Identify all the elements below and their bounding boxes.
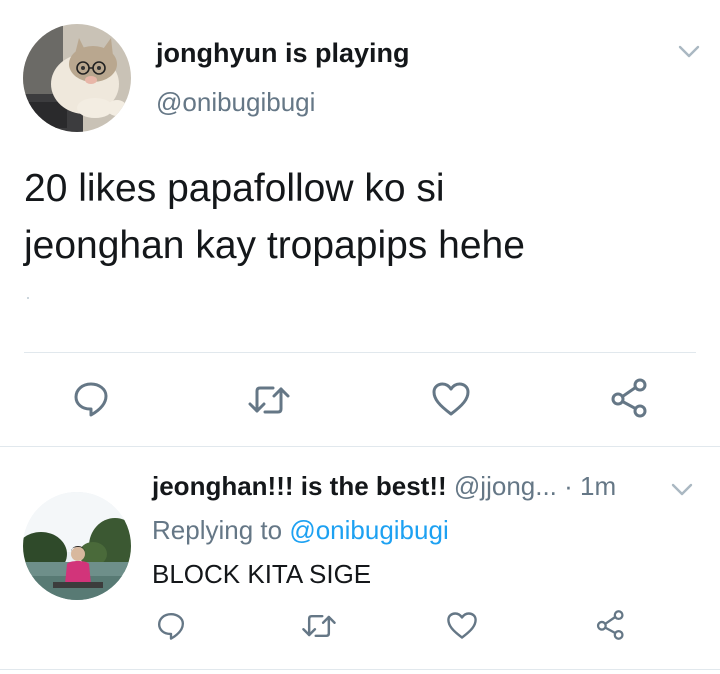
tweet-text-line: 20 likes papafollow ko si [24, 167, 445, 210]
reply-icon [72, 380, 110, 423]
main-avatar[interactable] [23, 24, 131, 132]
tweet-text-line: jeonghan kay tropapips hehe [24, 224, 525, 267]
retweet-icon [247, 383, 291, 422]
reply-avatar[interactable] [23, 492, 131, 600]
meta-separator: · [564, 471, 573, 501]
bottom-divider [0, 669, 720, 670]
retweet-button[interactable] [247, 384, 291, 420]
reply-header: jeonghan!!! is the best!! @jjong... · 1m [152, 471, 616, 502]
reply-display-name[interactable]: jeonghan!!! is the best!! [152, 471, 447, 501]
decorative-dot [27, 297, 29, 299]
share-button[interactable] [594, 609, 628, 646]
replying-to: Replying to @onibugibugi [152, 515, 449, 546]
heart-icon [446, 611, 478, 645]
main-tweet: jonghyun is playing @onibugibugi 20 like… [0, 0, 720, 446]
reply-button[interactable] [154, 611, 188, 645]
replying-to-label: Replying to [152, 515, 283, 545]
share-icon [595, 609, 627, 646]
reply-handle[interactable]: @jjong... [454, 471, 557, 501]
divider [24, 352, 696, 353]
main-display-name[interactable]: jonghyun is playing [156, 38, 410, 69]
share-button[interactable] [609, 377, 651, 424]
reply-timestamp[interactable]: 1m [580, 471, 616, 501]
reply-tweet[interactable]: jeonghan!!! is the best!! @jjong... · 1m… [0, 447, 720, 674]
retweet-icon [301, 612, 337, 645]
retweet-button[interactable] [300, 613, 338, 643]
chevron-down-icon[interactable] [670, 482, 694, 498]
chevron-down-icon[interactable] [677, 44, 701, 60]
share-icon [609, 377, 651, 424]
reply-button[interactable] [71, 381, 111, 421]
main-tweet-text: 20 likes papafollow ko si jeonghan kay t… [24, 160, 684, 274]
main-handle[interactable]: @onibugibugi [156, 87, 315, 118]
reply-tweet-text: BLOCK KITA SIGE [152, 559, 372, 589]
reply-icon [156, 611, 186, 646]
like-button[interactable] [430, 381, 472, 421]
replying-to-mention[interactable]: @onibugibugi [289, 515, 448, 545]
like-button[interactable] [445, 612, 479, 644]
heart-icon [431, 381, 471, 422]
